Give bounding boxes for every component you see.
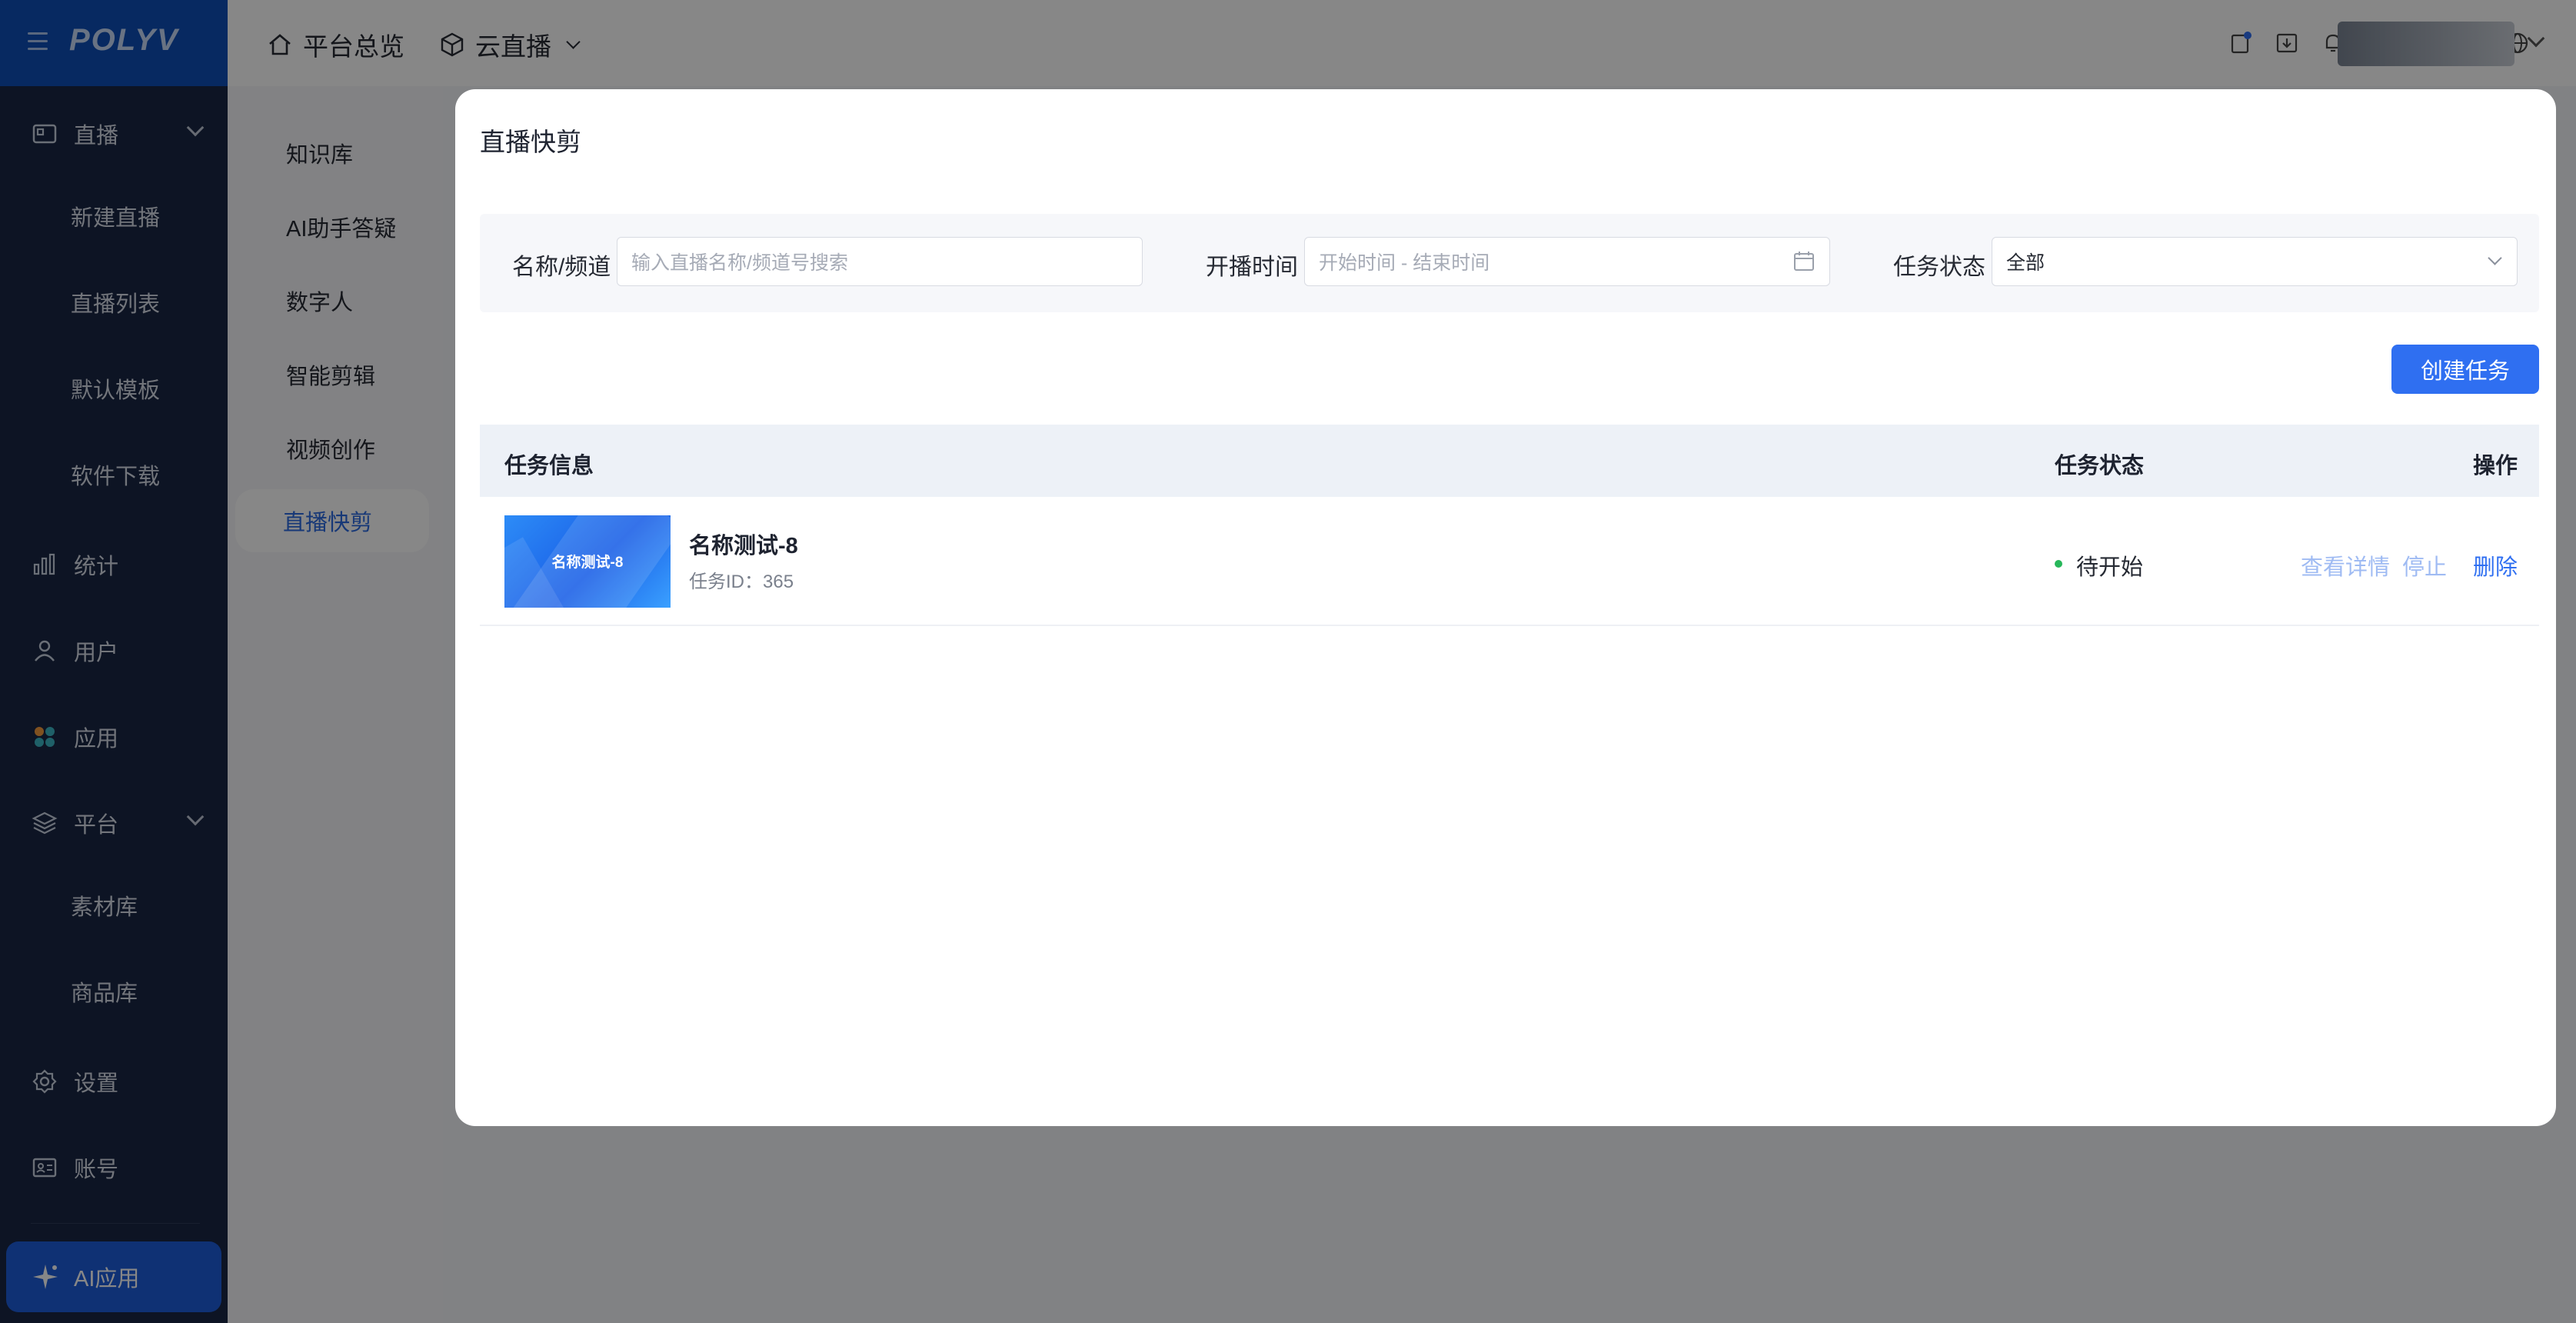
view-details-link[interactable]: 查看详情 [2301, 549, 2390, 582]
calendar-icon [1794, 252, 1814, 271]
status-select-value: 全部 [2006, 252, 2045, 274]
date-range-input[interactable]: 开始时间 - 结束时间 [1304, 237, 1830, 286]
live-clip-modal: 直播快剪 名称/频道 输入直播名称/频道号搜索 开播时间 开始时间 - 结束时间… [455, 89, 2556, 1126]
task-id: 任务ID：365 [689, 572, 794, 592]
task-thumbnail: 名称测试-8 [504, 515, 671, 608]
thumbnail-text: 名称测试-8 [551, 555, 624, 571]
chevron-down-icon [2488, 251, 2502, 265]
table-row: 名称测试-8 名称测试-8 任务ID：365 待开始 查看详情 停止 删除 [480, 497, 2539, 626]
stop-link[interactable]: 停止 [2402, 549, 2447, 582]
column-header-task-status: 任务状态 [2055, 454, 2145, 478]
task-name: 名称测试-8 [689, 534, 798, 558]
delete-link[interactable]: 删除 [2473, 549, 2518, 582]
date-range-placeholder: 开始时间 - 结束时间 [1319, 252, 1490, 274]
create-task-button[interactable]: 创建任务 [2391, 345, 2539, 394]
name-search-placeholder: 输入直播名称/频道号搜索 [631, 252, 848, 274]
time-filter-label: 开播时间 [1206, 255, 1298, 280]
column-header-actions: 操作 [2473, 454, 2518, 478]
task-status: 待开始 [2076, 555, 2144, 580]
modal-title: 直播快剪 [480, 128, 581, 156]
table-header: 任务信息 任务状态 操作 [480, 425, 2539, 497]
filter-bar: 名称/频道 输入直播名称/频道号搜索 开播时间 开始时间 - 结束时间 任务状态… [480, 214, 2539, 312]
name-search-input[interactable]: 输入直播名称/频道号搜索 [617, 237, 1143, 286]
status-filter-label: 任务状态 [1893, 255, 1985, 280]
name-filter-label: 名称/频道 [512, 255, 611, 280]
status-dot-icon [2055, 560, 2062, 568]
column-header-task-info: 任务信息 [504, 454, 594, 478]
status-select[interactable]: 全部 [1992, 237, 2518, 286]
